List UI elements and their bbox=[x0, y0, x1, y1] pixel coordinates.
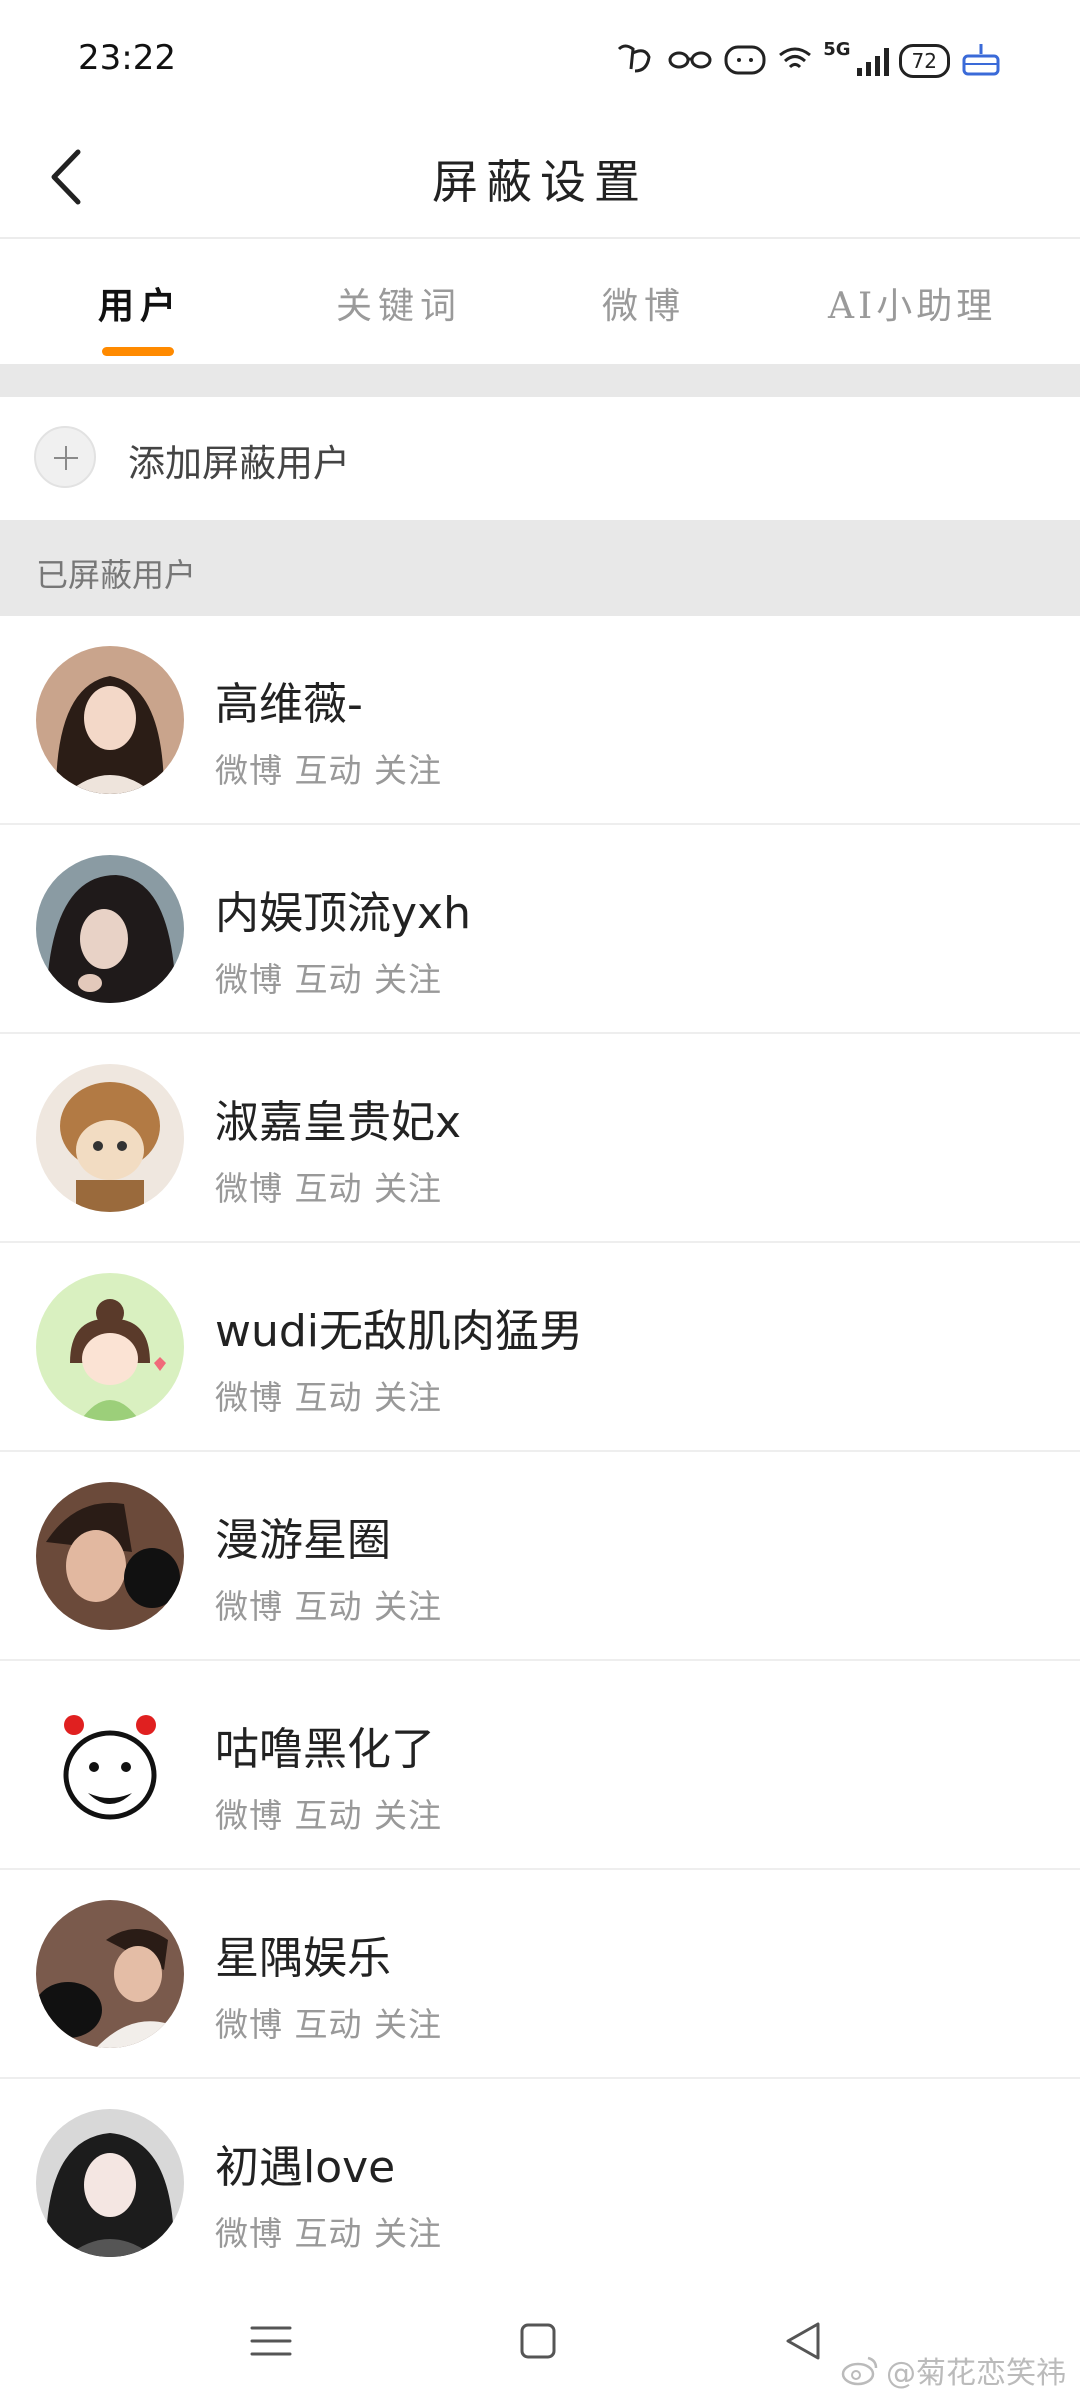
section-header: 已屏蔽用户 bbox=[0, 520, 1080, 616]
glasses-icon bbox=[667, 44, 713, 78]
active-tab-indicator bbox=[102, 347, 174, 356]
blocked-user-row[interactable]: 内娱顶流yxh 微博 互动 关注 bbox=[0, 825, 1080, 1034]
user-block-scope: 微博 互动 关注 bbox=[215, 960, 442, 999]
user-name: wudi无敌肌肉猛男 bbox=[215, 1306, 584, 1357]
watermark-text: @菊花恋笑祎 bbox=[886, 2356, 1066, 2391]
home-button[interactable] bbox=[503, 2306, 573, 2376]
menu-button[interactable] bbox=[236, 2306, 306, 2376]
system-back-button[interactable] bbox=[768, 2306, 838, 2376]
user-block-scope: 微博 互动 关注 bbox=[215, 1169, 442, 1208]
battery-icon: 72 bbox=[898, 44, 950, 78]
user-block-scope: 微博 互动 关注 bbox=[215, 1796, 442, 1835]
user-name: 漫游星圈 bbox=[215, 1515, 391, 1566]
section-gap bbox=[0, 364, 1080, 397]
avatar bbox=[36, 1691, 184, 1839]
add-blocked-user-button[interactable]: 添加屏蔽用户 bbox=[0, 397, 1080, 519]
plus-icon bbox=[34, 426, 96, 488]
avatar bbox=[36, 1273, 184, 1421]
blocked-user-row[interactable]: wudi无敌肌肉猛男 微博 互动 关注 bbox=[0, 1243, 1080, 1452]
user-block-scope: 微博 互动 关注 bbox=[215, 1378, 442, 1417]
blocked-user-row[interactable]: 咕噜黑化了 微博 互动 关注 bbox=[0, 1661, 1080, 1870]
home-square-icon bbox=[520, 2323, 556, 2359]
wifi-icon bbox=[777, 43, 813, 79]
blocked-user-row[interactable]: 星隅娱乐 微博 互动 关注 bbox=[0, 1870, 1080, 2079]
user-name: 星隅娱乐 bbox=[215, 1933, 391, 1984]
watermark: @菊花恋笑祎 bbox=[840, 2348, 1066, 2392]
status-time: 23:22 bbox=[78, 38, 176, 78]
user-name: 高维薇- bbox=[215, 679, 363, 730]
network-type: 5G bbox=[823, 38, 851, 60]
user-name: 咕噜黑化了 bbox=[215, 1724, 435, 1775]
tab-users[interactable]: 用户 bbox=[98, 277, 182, 329]
blocked-user-row[interactable]: 高维薇- 微博 互动 关注 bbox=[0, 616, 1080, 825]
user-block-scope: 微博 互动 关注 bbox=[215, 1587, 442, 1626]
avatar bbox=[36, 1064, 184, 1212]
status-icons: 5G 72 bbox=[615, 36, 1002, 86]
avatar bbox=[36, 855, 184, 1003]
user-name: 初遇love bbox=[215, 2142, 396, 2193]
back-triangle-icon bbox=[786, 2322, 820, 2360]
tab-bar: 用户 关键词 微博 AI小助理 bbox=[0, 239, 1080, 363]
menu-icon bbox=[250, 2326, 292, 2356]
avatar bbox=[36, 1900, 184, 2048]
blocked-user-row[interactable]: 漫游星圈 微博 互动 关注 bbox=[0, 1452, 1080, 1661]
weibo-logo-icon bbox=[841, 2356, 878, 2386]
tab-ai-assistant[interactable]: AI小助理 bbox=[828, 277, 996, 329]
tab-keywords[interactable]: 关键词 bbox=[336, 277, 462, 329]
blocked-user-list: 高维薇- 微博 互动 关注 内娱顶流yxh 微博 互动 关注 淑嘉皇贵妃x 微博… bbox=[0, 616, 1080, 2288]
section-label: 已屏蔽用户 bbox=[36, 556, 197, 594]
avatar bbox=[36, 1482, 184, 1630]
cat-face-icon bbox=[723, 41, 767, 81]
user-name: 内娱顶流yxh bbox=[215, 888, 471, 939]
avatar bbox=[36, 2109, 184, 2257]
title-bar: 屏蔽设置 bbox=[0, 120, 1080, 238]
avatar bbox=[36, 646, 184, 794]
add-blocked-user-label: 添加屏蔽用户 bbox=[128, 442, 350, 485]
user-name: 淑嘉皇贵妃x bbox=[215, 1097, 462, 1148]
page-title: 屏蔽设置 bbox=[432, 155, 648, 209]
status-bar: 23:22 5G 72 bbox=[0, 0, 1080, 120]
user-block-scope: 微博 互动 关注 bbox=[215, 751, 442, 790]
blocked-user-row[interactable]: 淑嘉皇贵妃x 微博 互动 关注 bbox=[0, 1034, 1080, 1243]
signal-icon bbox=[856, 46, 889, 76]
user-block-scope: 微博 互动 关注 bbox=[215, 2005, 442, 2044]
blocked-user-row[interactable]: 初遇love 微博 互动 关注 bbox=[0, 2079, 1080, 2288]
tab-weibo[interactable]: 微博 bbox=[602, 277, 686, 329]
app-notification-icon bbox=[615, 41, 657, 81]
user-block-scope: 微博 互动 关注 bbox=[215, 2214, 442, 2253]
cake-icon bbox=[960, 40, 1002, 82]
